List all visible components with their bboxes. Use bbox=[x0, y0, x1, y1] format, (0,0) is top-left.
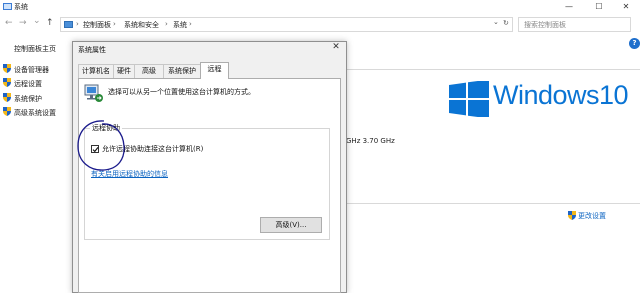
tab-remote[interactable]: 远程 bbox=[200, 62, 229, 79]
app-icon bbox=[3, 3, 12, 10]
sidebar-item-advanced-settings[interactable]: 高级系统设置 bbox=[14, 108, 56, 118]
up-arrow-icon[interactable]: ↑ bbox=[46, 18, 54, 28]
close-button[interactable]: ✕ bbox=[612, 0, 640, 14]
refresh-icon[interactable]: ↻ bbox=[503, 19, 509, 27]
processor-speed: GHz 3.70 GHz bbox=[346, 137, 395, 145]
remote-assistance-help-link[interactable]: 有关启用远程协助的信息 bbox=[91, 169, 168, 179]
breadcrumb-separator-icon: › bbox=[189, 20, 192, 28]
shield-icon bbox=[3, 93, 11, 102]
advanced-button[interactable]: 高级(V)... bbox=[260, 217, 322, 233]
help-button[interactable]: ? bbox=[629, 38, 640, 49]
windows-logo-icon bbox=[449, 81, 489, 117]
dialog-title: 系统属性 bbox=[78, 46, 106, 54]
recent-locations-icon[interactable]: ⌄ bbox=[33, 16, 41, 26]
breadcrumb-separator-icon: › bbox=[76, 20, 79, 28]
address-bar[interactable]: › 控制面板 › 系统和安全 › 系统 › ⌄ ↻ bbox=[60, 17, 513, 32]
tab-computer-name[interactable]: 计算机名 bbox=[78, 64, 114, 78]
group-label: 远程协助 bbox=[90, 123, 122, 133]
folder-icon bbox=[64, 21, 73, 28]
sidebar-item-system-protection[interactable]: 系统保护 bbox=[14, 94, 42, 104]
breadcrumb-item-control-panel[interactable]: 控制面板 bbox=[83, 20, 111, 30]
shield-icon bbox=[3, 107, 11, 116]
shield-icon bbox=[568, 211, 576, 220]
shield-icon bbox=[3, 78, 11, 87]
allow-remote-assistance-checkbox[interactable] bbox=[91, 145, 99, 153]
divider bbox=[346, 69, 640, 70]
sidebar-home-link[interactable]: 控制面板主页 bbox=[14, 44, 56, 54]
breadcrumb-separator-icon: › bbox=[113, 20, 116, 28]
search-placeholder: 搜索控制面板 bbox=[524, 21, 566, 29]
shield-icon bbox=[3, 64, 11, 73]
sidebar-item-remote-settings[interactable]: 远程设置 bbox=[14, 79, 42, 89]
dialog-close-button[interactable]: ✕ bbox=[330, 42, 342, 54]
windows-brand-text: Windows10 bbox=[493, 80, 629, 110]
title-bar: 系统 — ☐ ✕ bbox=[0, 0, 640, 14]
tab-system-protection[interactable]: 系统保护 bbox=[163, 64, 201, 78]
tab-hardware[interactable]: 硬件 bbox=[113, 64, 135, 78]
address-dropdown-icon[interactable]: ⌄ bbox=[493, 18, 499, 26]
remote-computer-icon bbox=[84, 84, 103, 102]
minimize-button[interactable]: — bbox=[555, 0, 583, 14]
window-title: 系统 bbox=[14, 3, 28, 11]
tab-advanced[interactable]: 高级 bbox=[134, 64, 164, 78]
forward-arrow-icon[interactable]: → bbox=[19, 18, 27, 28]
remote-description: 选择可以从另一个位置使用这台计算机的方式。 bbox=[108, 88, 255, 96]
breadcrumb-item-system[interactable]: 系统 bbox=[173, 20, 187, 30]
checkbox-label[interactable]: 允许远程协助连接这台计算机(R) bbox=[102, 144, 203, 154]
search-input[interactable]: 搜索控制面板 bbox=[518, 17, 631, 32]
breadcrumb-separator-icon: › bbox=[165, 20, 168, 28]
sidebar-item-device-manager[interactable]: 设备管理器 bbox=[14, 65, 49, 75]
back-arrow-icon[interactable]: ← bbox=[5, 18, 13, 28]
change-settings-link[interactable]: 更改设置 bbox=[578, 211, 606, 221]
breadcrumb-item-system-security[interactable]: 系统和安全 bbox=[124, 20, 159, 30]
checkmark-icon bbox=[92, 147, 99, 153]
maximize-button[interactable]: ☐ bbox=[585, 0, 613, 14]
divider bbox=[346, 203, 640, 204]
